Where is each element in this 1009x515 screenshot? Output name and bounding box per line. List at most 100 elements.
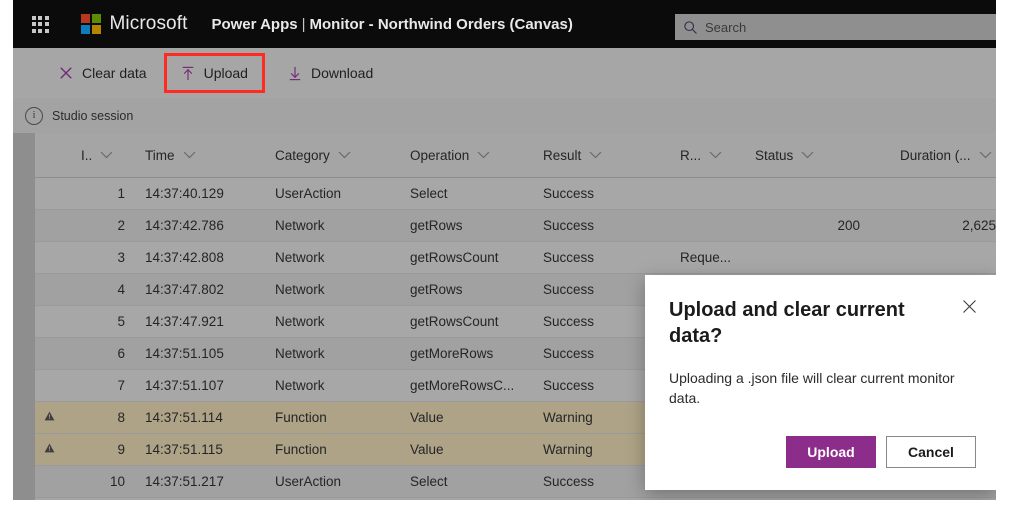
dialog-actions: Upload Cancel [786, 436, 976, 468]
info-icon: i [25, 106, 43, 125]
column-header-id-label: I.. [81, 147, 93, 163]
dialog-title: Upload and clear current data? [669, 299, 905, 347]
app-launcher-icon[interactable] [23, 0, 57, 48]
cell-category: UserAction [275, 186, 342, 201]
column-header-status[interactable]: Status [755, 148, 814, 163]
cell-time: 14:37:47.921 [145, 314, 224, 329]
table-row[interactable]: 1 14:37:40.129 UserAction Select Success [35, 178, 996, 210]
cell-category: Function [275, 442, 327, 457]
cell-operation: Select [410, 186, 448, 201]
column-header-duration[interactable]: Duration (... [900, 148, 992, 163]
session-label: Studio session [52, 108, 134, 123]
column-header-operation-label: Operation [410, 147, 470, 163]
cell-id: 9 [117, 442, 125, 457]
cell-time: 14:37:51.217 [145, 474, 224, 489]
chevron-down-icon [801, 151, 814, 159]
cell-request: Reque... [680, 250, 732, 265]
dialog-body-text: Uploading a .json file will clear curren… [669, 370, 955, 407]
microsoft-wordmark: Microsoft [109, 13, 188, 34]
cell-result: Success [543, 378, 595, 393]
column-header-category-label: Category [275, 147, 330, 163]
dialog-upload-button[interactable]: Upload [786, 436, 876, 468]
chevron-down-icon [979, 151, 992, 159]
waffle-grid [31, 15, 49, 33]
chevron-down-icon [477, 151, 490, 159]
cell-operation: getMoreRows [410, 346, 494, 361]
column-header-time[interactable]: Time [145, 148, 196, 163]
table-row[interactable]: 3 14:37:42.808 Network getRowsCount Success R… [35, 242, 996, 274]
cell-id: 2 [117, 218, 125, 233]
clear-data-button[interactable]: Clear data [47, 56, 159, 90]
microsoft-logo-icon [81, 14, 101, 34]
top-command-bar: Microsoft Power Apps | Monitor - Northwind… [13, 0, 996, 48]
cell-id: 8 [117, 410, 125, 425]
monitor-title: Monitor - Northwind Orders (Canvas) [309, 15, 573, 33]
download-label: Download [310, 65, 374, 81]
column-header-duration-label: Duration (... [900, 147, 971, 163]
download-button[interactable]: Download [276, 56, 385, 90]
cell-operation: getRowsCount [410, 314, 499, 329]
app-window: Microsoft Power Apps | Monitor - Northwind… [13, 0, 996, 500]
cell-duration: 2,625 [962, 218, 996, 233]
cell-category: Network [275, 346, 325, 361]
warning-icon [44, 411, 55, 424]
close-icon[interactable] [954, 291, 984, 321]
cell-id: 5 [117, 314, 125, 329]
chevron-down-icon [338, 151, 351, 159]
column-header-category[interactable]: Category [275, 148, 351, 163]
cell-time: 14:37:51.107 [145, 378, 224, 393]
column-header-time-label: Time [145, 147, 175, 163]
cell-id: 4 [117, 282, 125, 297]
session-bar: i Studio session [13, 98, 996, 134]
cell-result: Warning [543, 442, 593, 457]
cell-time: 14:37:42.786 [145, 218, 224, 233]
cell-category: UserAction [275, 474, 342, 489]
clear-data-label: Clear data [82, 65, 147, 81]
cell-operation: Select [410, 474, 448, 489]
chevron-down-icon [709, 151, 722, 159]
cell-time: 14:37:51.114 [145, 410, 223, 425]
column-header-request[interactable]: R... [680, 148, 722, 163]
search-input[interactable]: Search [675, 14, 996, 40]
cell-category: Network [275, 314, 325, 329]
close-icon [59, 66, 73, 80]
cell-result: Success [543, 218, 595, 233]
upload-button[interactable]: Upload [163, 53, 265, 93]
cell-category: Network [275, 218, 325, 233]
cell-result: Success [543, 186, 595, 201]
search-icon [675, 20, 705, 35]
cell-id: 10 [109, 474, 125, 489]
cell-category: Network [275, 378, 325, 393]
cell-id: 6 [117, 346, 125, 361]
chevron-down-icon [100, 151, 113, 159]
dialog-cancel-button[interactable]: Cancel [886, 436, 976, 468]
cell-category: Network [275, 250, 325, 265]
table-row[interactable]: 2 14:37:42.786 Network getRows Success 200 2,6… [35, 210, 996, 242]
grid-left-rail [13, 133, 35, 500]
cell-result: Success [543, 314, 595, 329]
cell-operation: Value [410, 442, 444, 457]
cell-time: 14:37:47.802 [145, 282, 224, 297]
upload-confirm-dialog: Upload and clear current data? Uploading… [645, 275, 996, 490]
chevron-down-icon [183, 151, 196, 159]
column-header-operation[interactable]: Operation [410, 148, 490, 163]
cell-operation: getRows [410, 282, 463, 297]
title-separator: | [301, 15, 306, 33]
column-header-result-label: Result [543, 147, 582, 163]
cell-category: Network [275, 282, 325, 297]
upload-icon [181, 66, 195, 81]
grid-header-row: I.. Time Category Operation Result R... … [35, 133, 996, 178]
column-header-status-label: Status [755, 147, 794, 163]
cell-operation: getMoreRowsC... [410, 378, 515, 393]
cell-operation: getRowsCount [410, 250, 499, 265]
cell-time: 14:37:42.808 [145, 250, 224, 265]
search-placeholder: Search [705, 19, 747, 35]
cell-status: 200 [837, 218, 860, 233]
cell-id: 3 [117, 250, 125, 265]
column-header-id[interactable]: I.. [81, 148, 113, 163]
cell-id: 7 [117, 378, 125, 393]
column-header-result[interactable]: Result [543, 148, 602, 163]
upload-label: Upload [203, 65, 248, 81]
cell-result: Success [543, 282, 595, 297]
chevron-down-icon [589, 151, 602, 159]
